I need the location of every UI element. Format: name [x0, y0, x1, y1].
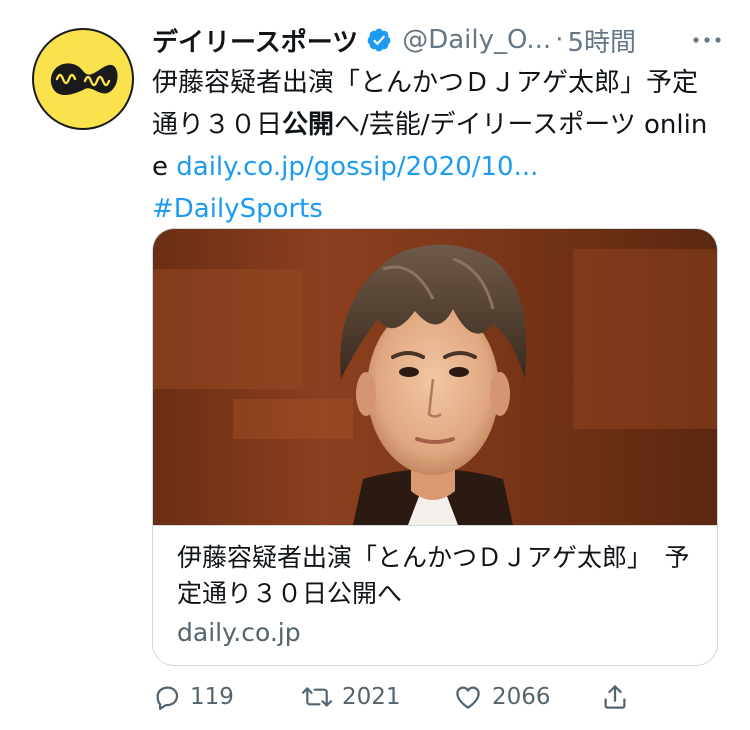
retweet-count: 2021 [342, 684, 401, 710]
article-photo [153, 229, 717, 525]
daily-sports-logo [50, 63, 118, 95]
like-count: 2066 [492, 684, 551, 710]
reply-count: 119 [190, 684, 234, 710]
more-button[interactable] [692, 18, 722, 62]
tweet-text-bold: 公開 [282, 110, 335, 140]
link-card[interactable]: 伊藤容疑者出演「とんかつＤＪアゲ太郎」 予定通り３０日公開へ daily.co.… [152, 228, 718, 666]
avatar[interactable] [32, 28, 134, 130]
share-icon [604, 685, 626, 709]
tweet-link[interactable]: daily.co.jp/gossip/2020/10... [176, 152, 538, 182]
retweet-button[interactable]: 2021 [300, 676, 401, 718]
verified-badge-icon [367, 28, 391, 52]
card-title: 伊藤容疑者出演「とんかつＤＪアゲ太郎」 予定通り３０日公開へ [177, 543, 690, 608]
card-domain: daily.co.jp [177, 618, 301, 647]
retweet-icon [301, 687, 333, 707]
reply-button[interactable]: 119 [152, 676, 234, 718]
card-image[interactable] [153, 229, 717, 525]
tweet-text: 伊藤容疑者出演「とんかつＤＪアゲ太郎」予定通り３０日公開へ/芸能/デイリースポー… [152, 62, 722, 230]
display-name[interactable]: デイリースポーツ [152, 22, 358, 59]
more-dots-icon [693, 37, 721, 43]
reply-icon [156, 686, 179, 710]
tweet-header: デイリースポーツ @Daily_O... · 5時間 [152, 18, 722, 62]
separator-dot: · [555, 25, 564, 55]
heart-icon [456, 686, 480, 709]
like-button[interactable]: 2066 [452, 676, 551, 718]
share-button[interactable] [600, 676, 630, 718]
tweet-actions: 119 2021 2066 [152, 676, 632, 718]
hashtag-link[interactable]: #DailySports [152, 194, 323, 224]
user-handle[interactable]: @Daily_O... [402, 25, 551, 55]
tweet[interactable]: デイリースポーツ @Daily_O... · 5時間 伊藤容疑者出演「とんかつＤ… [0, 0, 750, 730]
card-meta[interactable]: 伊藤容疑者出演「とんかつＤＪアゲ太郎」 予定通り３０日公開へ daily.co.… [153, 525, 717, 665]
timestamp[interactable]: 5時間 [567, 22, 636, 59]
